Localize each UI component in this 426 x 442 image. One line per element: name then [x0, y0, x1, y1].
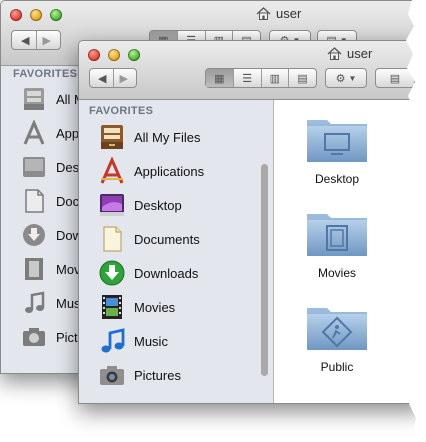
favorites-heading: FAVORITES: [89, 105, 154, 117]
pictures-icon: [97, 360, 127, 390]
icon-view-button[interactable]: ▦: [206, 69, 234, 87]
documents-icon: [19, 186, 49, 216]
music-icon: [19, 288, 49, 318]
sidebar-item-label: Documents: [134, 231, 200, 247]
sidebar-scrollbar[interactable]: [261, 164, 268, 376]
sidebar-item-label: Downloads: [134, 265, 199, 281]
sidebar-item-desktop[interactable]: Desktop: [97, 188, 273, 222]
minimize-button[interactable]: [108, 49, 120, 61]
sidebar-item-label: Applications: [134, 163, 205, 179]
sidebar-item-label: Music: [134, 333, 168, 349]
pictures-icon: [19, 322, 49, 352]
zoom-button[interactable]: [50, 9, 62, 21]
window-title: user: [256, 6, 301, 21]
sidebar-item-label: All My Files: [134, 129, 201, 145]
folder-name: Public: [320, 360, 354, 374]
folder-name: Movies: [317, 266, 356, 280]
coverflow-view-button[interactable]: ▤: [289, 69, 316, 87]
documents-icon: [97, 224, 127, 254]
sidebar-item-downloads[interactable]: Downloads: [97, 256, 273, 290]
all-my-files-icon: [19, 84, 49, 114]
applications-icon: [19, 118, 49, 148]
all-my-files-icon: [97, 122, 127, 152]
torn-edge-decoration: [406, 0, 426, 442]
minimize-button[interactable]: [30, 9, 42, 21]
desktop-folder-icon: [307, 120, 367, 162]
public-folder-icon: [307, 308, 367, 350]
folder-item-desktop[interactable]: Desktop: [292, 114, 382, 186]
forward-arrow-icon[interactable]: ▶: [43, 34, 51, 47]
front-finder-window: user ◀ ▶ ▦ ☰ ▥ ▤ ⚙ ▼ ▤ FAVORITES All My F…: [78, 40, 426, 404]
front-titlebar: user ◀ ▶ ▦ ☰ ▥ ▤ ⚙ ▼ ▤: [79, 41, 425, 100]
sidebar-item-documents[interactable]: Documents: [97, 222, 273, 256]
sidebar-item-label: Movies: [134, 299, 176, 315]
back-forward-buttons[interactable]: ◀ ▶: [89, 68, 137, 88]
column-view-button[interactable]: ▥: [262, 69, 290, 87]
music-icon: [97, 326, 127, 356]
window-title: user: [327, 46, 372, 61]
action-menu-button[interactable]: ⚙▼: [325, 68, 367, 88]
sidebar-item-applications[interactable]: Applications: [97, 154, 273, 188]
favorites-heading: FAVORITES: [13, 68, 78, 80]
folder-item-public[interactable]: Public: [292, 302, 382, 374]
downloads-icon: [19, 220, 49, 250]
folder-name: Desktop: [314, 172, 360, 186]
window-title-text: user: [276, 6, 302, 21]
movies-icon: [97, 292, 127, 322]
downloads-icon: [97, 258, 127, 288]
movies-icon: [19, 254, 49, 284]
sidebar-item-label: Pictures: [134, 367, 181, 383]
sidebar-item-movies[interactable]: Movies: [97, 290, 273, 324]
back-sidebar: FAVORITES All My Files Applications Desk…: [1, 66, 89, 373]
home-icon: [327, 47, 342, 60]
front-sidebar: FAVORITES All My Files Applications Desk…: [79, 100, 274, 403]
sidebar-item-all-my-files[interactable]: All My Files: [97, 120, 273, 154]
folder-item-movies[interactable]: Movies: [292, 208, 382, 280]
gear-icon: ⚙: [335, 72, 346, 85]
back-arrow-icon[interactable]: ◀: [21, 34, 29, 47]
applications-icon: [97, 156, 127, 186]
home-icon: [256, 7, 271, 20]
close-button[interactable]: [10, 9, 22, 21]
sidebar-item-label: Desktop: [134, 197, 182, 213]
back-arrow-icon[interactable]: ◀: [98, 72, 106, 85]
desktop-icon: [19, 152, 49, 182]
movies-folder-icon: [307, 214, 367, 256]
zoom-button[interactable]: [128, 49, 140, 61]
back-forward-buttons[interactable]: ◀ ▶: [11, 30, 61, 50]
close-button[interactable]: [88, 49, 100, 61]
list-view-button[interactable]: ☰: [234, 69, 262, 87]
window-title-text: user: [347, 46, 373, 61]
sidebar-item-pictures[interactable]: Pictures: [97, 358, 273, 392]
forward-arrow-icon[interactable]: ▶: [120, 72, 128, 85]
view-mode-control[interactable]: ▦ ☰ ▥ ▤: [205, 68, 317, 88]
sidebar-item-music[interactable]: Music: [97, 324, 273, 358]
desktop-icon: [97, 190, 127, 220]
